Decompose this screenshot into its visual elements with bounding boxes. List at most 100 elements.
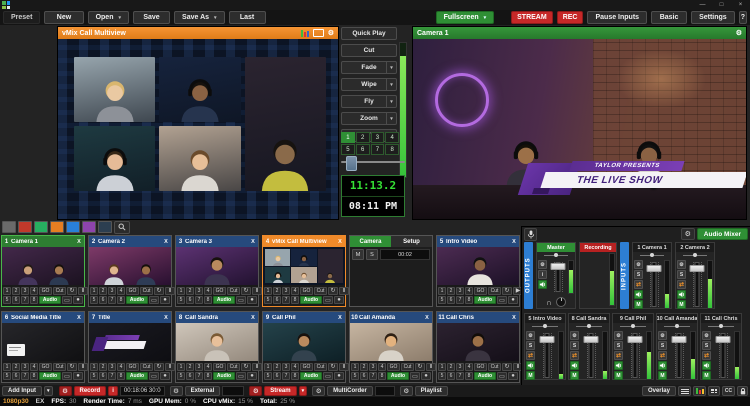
overlay-3-button[interactable]: 3	[282, 363, 290, 371]
input-thumbnail[interactable]	[437, 247, 519, 285]
record-dot-icon[interactable]: ●	[160, 296, 170, 304]
category-filter-2[interactable]	[18, 221, 32, 233]
gear-icon[interactable]: ⚙	[702, 331, 711, 340]
pause-icon[interactable]: Ⅱ	[252, 363, 262, 371]
go-button[interactable]: GO	[474, 287, 487, 295]
rec-indicator-button[interactable]: REC	[557, 11, 584, 24]
overlay-6-button[interactable]: 6	[99, 296, 107, 304]
fullscreen-monitor-icon[interactable]: ▭	[323, 372, 333, 380]
overlay-1-button[interactable]: 1	[3, 287, 11, 295]
close-input-icon[interactable]: X	[509, 315, 519, 321]
overlay-7-button[interactable]: 7	[108, 372, 116, 380]
record-dot-icon[interactable]: ●	[73, 372, 83, 380]
speaker-icon[interactable]	[614, 361, 623, 370]
category-filter-6[interactable]	[82, 221, 96, 233]
fullscreen-button[interactable]: Fullscreen▾	[436, 11, 495, 24]
pause-icon[interactable]: Ⅱ	[339, 363, 349, 371]
stream-indicator-button[interactable]: STREAM	[511, 11, 553, 24]
overlay-4-button[interactable]: 4	[30, 363, 38, 371]
close-input-icon[interactable]: X	[335, 239, 345, 245]
pan-slider[interactable]	[676, 252, 714, 259]
fullscreen-monitor-icon[interactable]: ▭	[149, 296, 159, 304]
audio-button[interactable]: Audio	[39, 372, 61, 380]
overlay-5-button[interactable]: 5	[90, 372, 98, 380]
cut-button[interactable]: Cut	[227, 287, 240, 295]
overlay-2-button[interactable]: 2	[447, 287, 455, 295]
channel-fader[interactable]	[688, 260, 706, 309]
record-info-button[interactable]: i	[108, 386, 118, 396]
overlay-6-button[interactable]: 6	[186, 296, 194, 304]
channel-fader[interactable]	[669, 331, 689, 380]
overlay-3-button[interactable]: 3	[195, 363, 203, 371]
transition-wipe-button[interactable]: Wipe▾	[341, 78, 397, 91]
speaker-icon[interactable]	[526, 361, 535, 370]
overlay-5-button[interactable]: 5	[351, 372, 359, 380]
overlay-2-button[interactable]: 2	[99, 287, 107, 295]
input-call-sandra[interactable]: 8Call SandraX1234GOCut↻Ⅱ5678Audio▭●	[175, 311, 259, 383]
pause-icon[interactable]: Ⅱ	[165, 287, 175, 295]
overlay-3-button[interactable]: 3	[456, 287, 464, 295]
overlay-2-button[interactable]: 2	[12, 363, 20, 371]
transition-fade-button[interactable]: Fade▾	[341, 61, 397, 74]
headphones-icon[interactable]: ∩	[546, 298, 552, 307]
audio-button[interactable]: Audio	[387, 372, 409, 380]
overlay-5-button[interactable]: 5	[177, 372, 185, 380]
overlay-4-button[interactable]: 4	[117, 287, 125, 295]
overlay-1-button[interactable]: 1	[90, 287, 98, 295]
cut-button[interactable]: Cut	[488, 287, 501, 295]
pan-handle[interactable]	[675, 324, 679, 328]
playlist-settings-gear-icon[interactable]: ⚙	[400, 386, 413, 396]
overlay-4-button[interactable]: 4	[378, 363, 386, 371]
loop-icon[interactable]: ↻	[328, 287, 338, 295]
overlay-6-button[interactable]: 6	[12, 296, 20, 304]
bus-routing-icon[interactable]: ⇄	[570, 351, 579, 360]
stinger-7[interactable]: 7	[371, 144, 385, 155]
overlay-7-button[interactable]: 7	[108, 296, 116, 304]
gear-icon[interactable]: ⚙	[677, 260, 686, 269]
record-settings-gear-icon[interactable]: ⚙	[59, 386, 72, 396]
speaker-icon[interactable]	[538, 280, 547, 289]
solo-button[interactable]: S	[614, 341, 623, 350]
search-icon[interactable]	[114, 221, 130, 234]
help-button[interactable]: ?	[739, 11, 747, 24]
overlay-7-button[interactable]: 7	[369, 372, 377, 380]
speaker-icon[interactable]	[677, 290, 686, 299]
audio-button[interactable]: Audio	[126, 296, 148, 304]
channel-fader[interactable]	[645, 260, 663, 309]
pan-slider[interactable]	[569, 323, 609, 330]
pause-inputs-button[interactable]: Pause Inputs	[587, 11, 647, 24]
pan-handle[interactable]	[631, 324, 635, 328]
close-input-icon[interactable]: X	[509, 239, 519, 245]
overlay-4-button[interactable]: 4	[465, 363, 473, 371]
stinger-1[interactable]: 1	[341, 132, 355, 143]
mute-button[interactable]: M	[702, 371, 711, 380]
transition-tbar[interactable]	[341, 156, 405, 169]
go-button[interactable]: GO	[126, 363, 139, 371]
overlay-5-button[interactable]: 5	[438, 296, 446, 304]
input-call-chris[interactable]: 11Call ChrisX1234GOCut↻Ⅱ5678Audio▭●	[436, 311, 520, 383]
overlay-1-button[interactable]: 1	[90, 363, 98, 371]
gear-icon[interactable]: ⚙	[736, 30, 742, 37]
last-button[interactable]: Last	[229, 11, 266, 24]
close-input-icon[interactable]: X	[248, 315, 258, 321]
gear-icon[interactable]: ⚙	[634, 260, 643, 269]
solo-button[interactable]: S	[702, 341, 711, 350]
add-input-button[interactable]: Add Input	[2, 386, 42, 396]
fader-handle[interactable]	[628, 336, 643, 343]
pause-icon[interactable]: Ⅱ	[426, 363, 436, 371]
category-filter-1[interactable]	[2, 221, 16, 233]
speaker-icon[interactable]	[570, 361, 579, 370]
audio-button[interactable]: Audio	[213, 296, 235, 304]
master-pan-slider[interactable]	[537, 252, 575, 259]
overlay-7-button[interactable]: 7	[282, 296, 290, 304]
overlay-4-button[interactable]: 4	[30, 287, 38, 295]
cut-button[interactable]: Cut	[488, 363, 501, 371]
overlay-1-button[interactable]: 1	[264, 287, 272, 295]
channel-fader[interactable]	[625, 331, 645, 380]
speaker-icon[interactable]	[634, 290, 643, 299]
overlay-1-button[interactable]: 1	[351, 363, 359, 371]
audio-button[interactable]: Audio	[474, 372, 496, 380]
overlay-7-button[interactable]: 7	[195, 372, 203, 380]
input-thumbnail[interactable]	[350, 323, 432, 361]
speaker-icon[interactable]	[702, 361, 711, 370]
